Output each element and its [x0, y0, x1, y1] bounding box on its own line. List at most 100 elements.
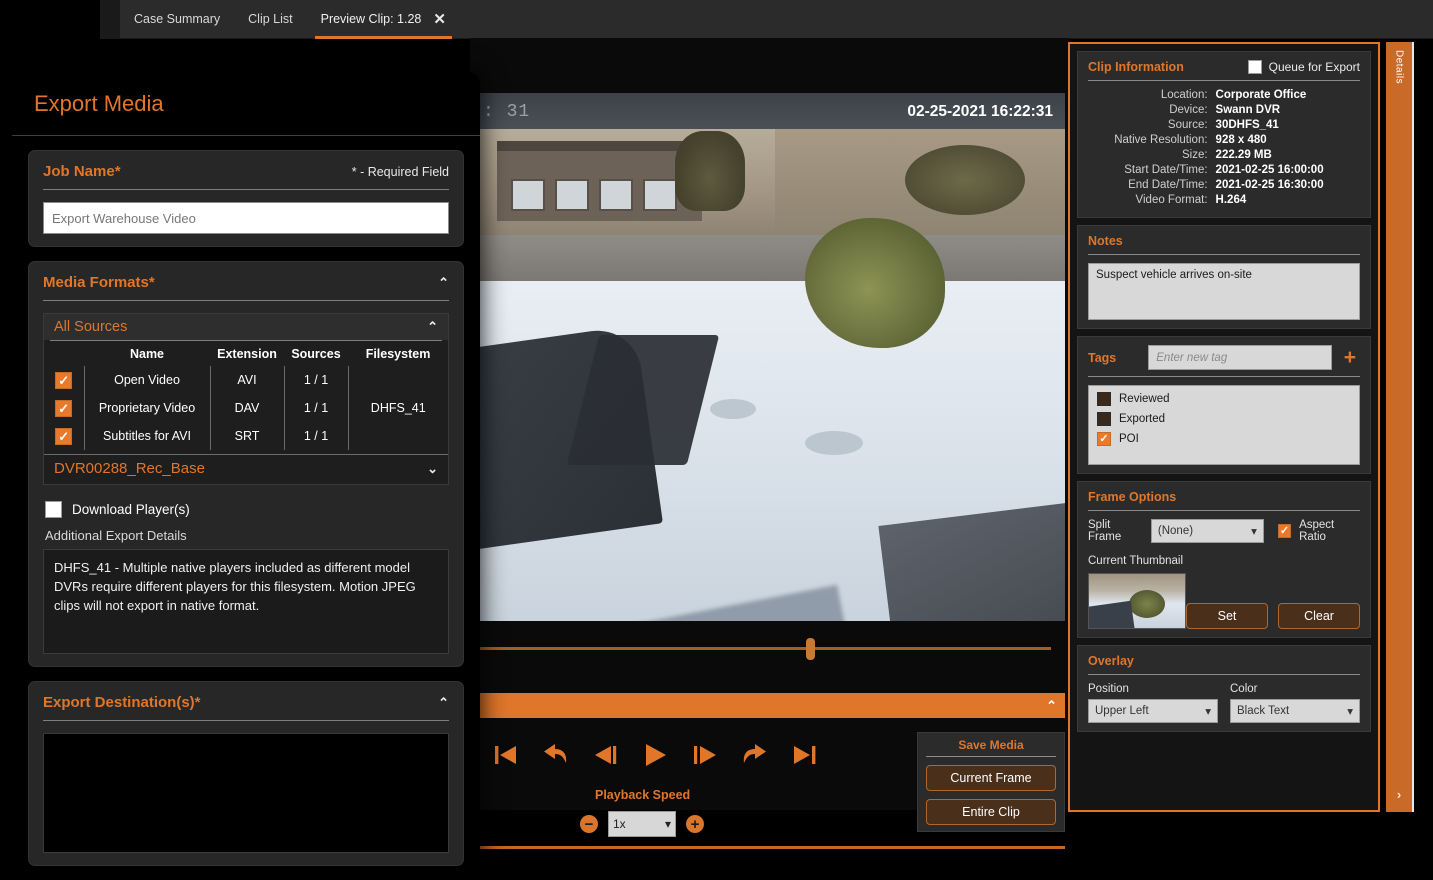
speed-decrease-button[interactable]: −	[580, 815, 598, 833]
queue-for-export-checkbox[interactable]: ✓	[1247, 60, 1262, 74]
aspect-ratio-checkbox[interactable]: ✓	[1277, 524, 1292, 538]
save-current-frame-button[interactable]: Current Frame	[926, 765, 1056, 791]
tab-case-summary[interactable]: Case Summary	[120, 0, 234, 39]
format-sources: 1 / 1	[283, 366, 348, 394]
clip-field-value: 2021-02-25 16:00:00	[1215, 164, 1324, 176]
export-destination-card: Export Destination(s)* ⌃	[28, 681, 464, 866]
skip-to-end-icon[interactable]	[790, 740, 820, 770]
timeline-bar[interactable]: ⌃	[475, 693, 1065, 718]
speed-increase-button[interactable]: +	[686, 815, 704, 833]
format-filesystem: DHFS_41	[347, 394, 448, 422]
download-players-row[interactable]: ✓ Download Player(s)	[45, 501, 447, 518]
tag-checkbox[interactable]: ✓	[1097, 412, 1111, 426]
video-canvas[interactable]: : 31 02-25-2021 16:22:31	[475, 93, 1065, 621]
next-frame-icon[interactable]	[690, 740, 720, 770]
close-icon[interactable]: ✕	[433, 12, 446, 27]
overlay-position-select[interactable]: Upper Left ▾	[1088, 699, 1218, 723]
overlay-color-select[interactable]: Black Text ▾	[1230, 699, 1360, 723]
table-row[interactable]: ✓ Subtitles for AVI SRT 1 / 1	[44, 422, 448, 450]
tab-label: Clip List	[248, 12, 293, 26]
table-row[interactable]: ✓ Proprietary Video DAV 1 / 1 DHFS_41	[44, 394, 448, 422]
playback-speed-value: 1x	[613, 817, 626, 831]
chevron-up-icon[interactable]: ⌃	[1046, 698, 1057, 714]
details-rail-tab[interactable]: Details ›	[1386, 42, 1412, 812]
format-checkbox[interactable]: ✓	[55, 427, 73, 445]
app-root: Case Summary Clip List Preview Clip: 1.2…	[0, 0, 1433, 880]
clip-field: Native Resolution: 928 x 480	[1088, 134, 1360, 146]
video-timestamp-overlay: 02-25-2021 16:22:31	[907, 103, 1053, 120]
tag-label: Exported	[1119, 413, 1166, 425]
format-filesystem	[347, 366, 448, 394]
video-preview-panel: : 31 02-25-2021 16:22:31 ⌃ Playback Spee…	[470, 38, 1070, 849]
download-players-checkbox[interactable]: ✓	[45, 501, 62, 518]
tag-checkbox[interactable]: ✓	[1097, 392, 1111, 406]
job-name-input[interactable]: Export Warehouse Video	[43, 202, 449, 234]
format-checkbox[interactable]: ✓	[55, 371, 73, 389]
video-scrubber[interactable]	[475, 638, 1065, 660]
tab-clip-list[interactable]: Clip List	[234, 0, 306, 39]
skip-to-start-icon[interactable]	[490, 740, 520, 770]
all-sources-header[interactable]: All Sources ⌃	[44, 314, 448, 340]
divider	[43, 300, 449, 301]
tag-input[interactable]: Enter new tag	[1148, 345, 1332, 370]
frame-options-card: Frame Options Split Frame (None) ▾ ✓ Asp…	[1077, 481, 1371, 638]
format-checkbox[interactable]: ✓	[55, 399, 73, 417]
queue-for-export-row[interactable]: ✓ Queue for Export	[1247, 60, 1360, 74]
tab-preview-clip[interactable]: Preview Clip: 1.28 ✕	[307, 0, 460, 39]
previous-frame-icon[interactable]	[590, 740, 620, 770]
playback-speed-select[interactable]: 1x ▾	[608, 811, 676, 837]
format-sources: 1 / 1	[283, 422, 348, 450]
thumbnail-buttons: Set Clear	[1186, 603, 1360, 629]
clear-thumbnail-button[interactable]: Clear	[1278, 603, 1360, 629]
list-item[interactable]: ✓ POI	[1097, 432, 1351, 446]
format-sources: 1 / 1	[283, 394, 348, 422]
export-destination-header[interactable]: Export Destination(s)* ⌃	[43, 694, 449, 711]
forward-icon[interactable]	[740, 740, 770, 770]
clip-field-value: 928 x 480	[1215, 134, 1267, 146]
clip-field: Location: Corporate Office	[1088, 89, 1360, 101]
add-tag-icon[interactable]: +	[1340, 347, 1360, 368]
list-item[interactable]: ✓ Exported	[1097, 412, 1351, 426]
export-destination-list[interactable]	[43, 733, 449, 853]
table-row[interactable]: ✓ Open Video AVI 1 / 1	[44, 366, 448, 394]
queue-for-export-label: Queue for Export	[1268, 60, 1360, 74]
scrubber-thumb[interactable]	[806, 638, 815, 660]
chevron-up-icon[interactable]: ⌃	[427, 319, 438, 335]
clip-field-key: End Date/Time:	[1128, 179, 1208, 191]
clip-field: Source: 30DHFS_41	[1088, 119, 1360, 131]
scrubber-track[interactable]	[479, 647, 1051, 650]
rewind-icon[interactable]	[540, 740, 570, 770]
list-item[interactable]: ✓ Reviewed	[1097, 392, 1351, 406]
chevron-up-icon[interactable]: ⌃	[438, 695, 449, 711]
clip-field: Device: Swann DVR	[1088, 104, 1360, 116]
chevron-down-icon: ▾	[664, 817, 671, 831]
divider	[43, 189, 449, 190]
split-frame-select[interactable]: (None) ▾	[1150, 519, 1264, 543]
play-icon[interactable]	[640, 740, 670, 770]
clip-field-value: 222.29 MB	[1215, 149, 1272, 161]
notes-textarea[interactable]: Suspect vehicle arrives on-site	[1088, 263, 1360, 320]
chevron-right-icon[interactable]: ›	[1397, 787, 1401, 802]
divider	[1088, 510, 1360, 511]
download-players-label: Download Player(s)	[72, 502, 190, 517]
notes-title: Notes	[1088, 234, 1123, 248]
overlay-position-label: Position	[1088, 683, 1129, 695]
source-group-footer[interactable]: DVR00288_Rec_Base ⌄	[44, 454, 448, 484]
media-formats-header[interactable]: Media Formats* ⌃	[43, 274, 449, 291]
set-thumbnail-button[interactable]: Set	[1186, 603, 1268, 629]
tag-checkbox[interactable]: ✓	[1097, 432, 1111, 446]
playback-speed-controls: − 1x ▾ +	[580, 811, 704, 837]
clip-field: Video Format: H.264	[1088, 194, 1360, 206]
video-retaining-wall	[878, 502, 1065, 621]
export-media-panel: Export Media Job Name* * - Required Fiel…	[12, 72, 480, 880]
chevron-up-icon[interactable]: ⌃	[438, 275, 449, 291]
save-entire-clip-button[interactable]: Entire Clip	[926, 799, 1056, 825]
chevron-down-icon[interactable]: ⌄	[427, 461, 438, 477]
media-formats-title: Media Formats*	[43, 274, 155, 291]
export-destination-title: Export Destination(s)*	[43, 694, 201, 711]
table-header-row: Name Extension Sources Filesystem	[44, 341, 448, 366]
split-frame-value: (None)	[1157, 525, 1194, 537]
format-name: Subtitles for AVI	[83, 422, 210, 450]
additional-export-details-label: Additional Export Details	[45, 528, 187, 543]
video-vehicle-shadow	[552, 584, 868, 621]
